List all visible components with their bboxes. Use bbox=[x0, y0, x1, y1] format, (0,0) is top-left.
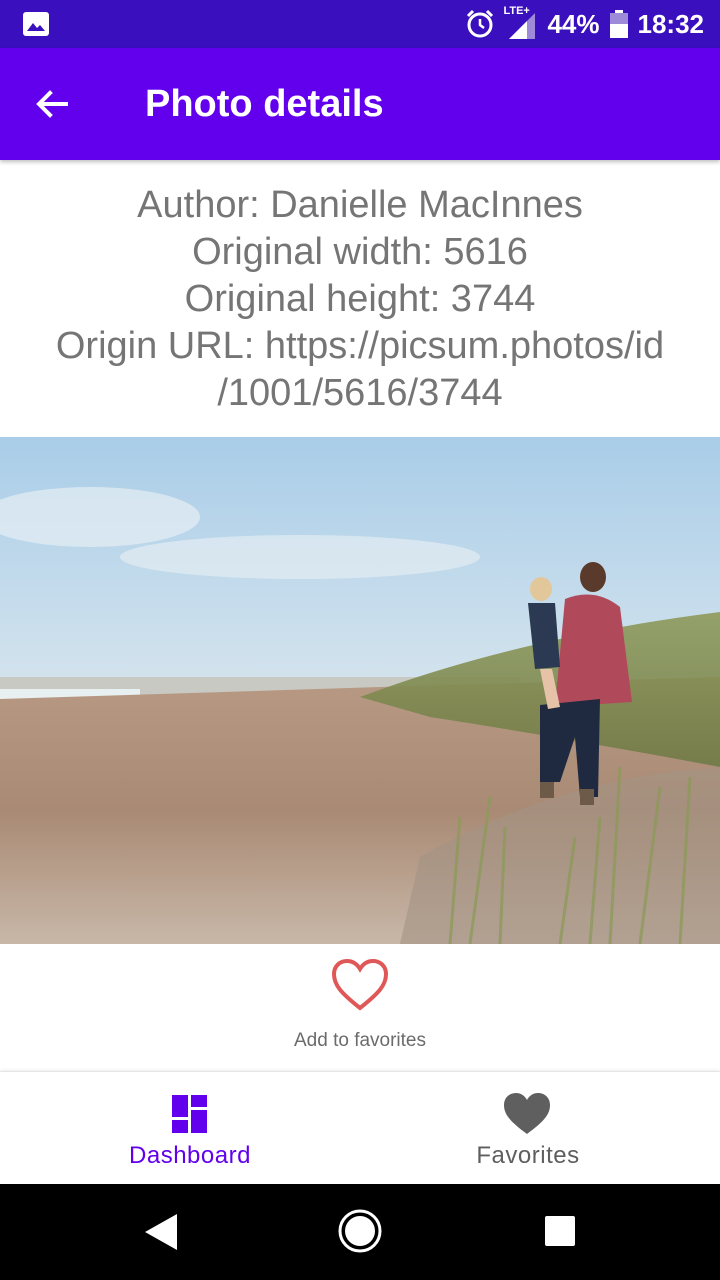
app-bar: Photo details bbox=[0, 48, 720, 160]
arrow-back-icon[interactable] bbox=[30, 82, 74, 126]
nav-item-favorites[interactable]: Favorites bbox=[348, 1072, 708, 1185]
status-bar: LTE+ 44% 18:32 bbox=[0, 0, 720, 48]
author-text: Author: Danielle MacInnes bbox=[137, 184, 583, 226]
clock: 18:32 bbox=[637, 8, 705, 39]
home-nav-icon[interactable] bbox=[337, 1208, 383, 1254]
battery-icon bbox=[609, 10, 628, 38]
height-text: Original height: 3744 bbox=[184, 278, 536, 320]
back-nav-icon[interactable] bbox=[143, 1212, 179, 1252]
width-text: Original width: 5616 bbox=[192, 231, 528, 273]
alarm-icon bbox=[467, 9, 494, 38]
system-navigation-bar bbox=[0, 1184, 720, 1280]
photo-info: Author: Danielle MacInnes Original width… bbox=[0, 160, 720, 436]
add-to-favorites-label[interactable]: Add to favorites bbox=[0, 1030, 720, 1052]
nav-label-dashboard: Dashboard bbox=[129, 1142, 251, 1169]
recents-nav-icon[interactable] bbox=[545, 1216, 575, 1246]
dashboard-icon bbox=[172, 1095, 207, 1133]
heart-icon bbox=[504, 1093, 550, 1134]
battery-percent: 44% bbox=[547, 8, 600, 39]
photo-image bbox=[0, 437, 720, 944]
nav-item-dashboard[interactable]: Dashboard bbox=[10, 1072, 370, 1185]
page-title: Photo details bbox=[145, 83, 384, 125]
bottom-navigation: Dashboard Favorites bbox=[0, 1071, 720, 1184]
nav-label-favorites: Favorites bbox=[476, 1142, 580, 1169]
url-text-line2: /1001/5616/3744 bbox=[217, 372, 503, 414]
signal-icon: LTE+ bbox=[503, 5, 537, 41]
heart-outline-icon[interactable] bbox=[331, 958, 389, 1012]
url-text-line1: Origin URL: https://picsum.photos/id bbox=[55, 325, 665, 367]
gallery-icon bbox=[23, 12, 49, 36]
